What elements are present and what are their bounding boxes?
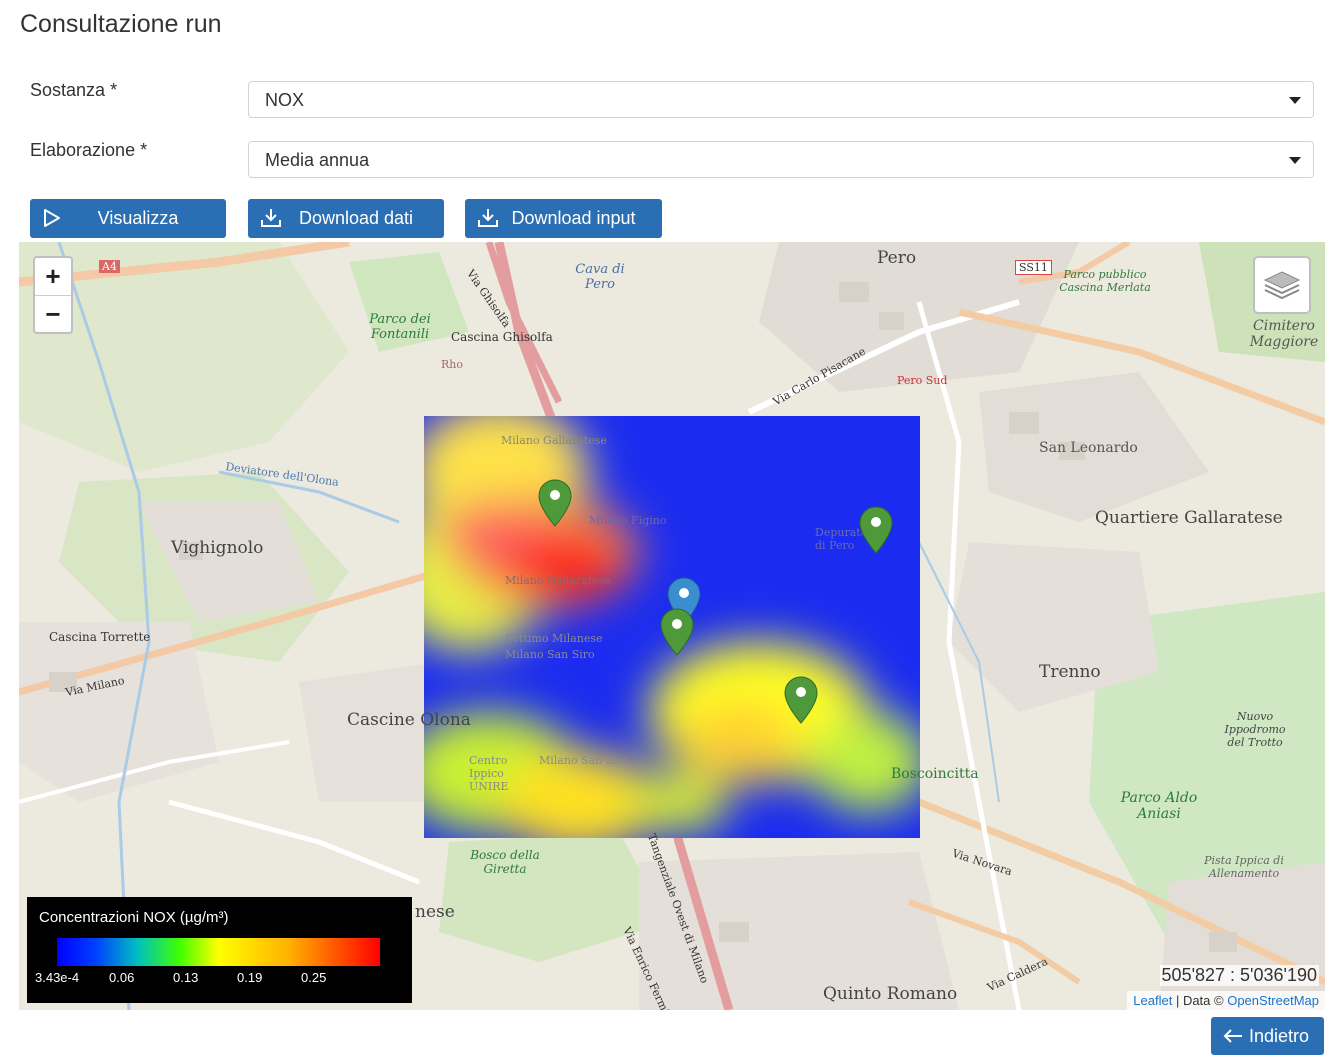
legend-tick: 0.13 xyxy=(173,970,199,985)
back-button[interactable]: Indietro xyxy=(1211,1017,1324,1055)
map-label-pista-ippica: Pista Ippica di Allenamento xyxy=(1204,854,1284,880)
map-label-pero: Pero xyxy=(877,248,917,268)
legend-tick: 0.06 xyxy=(109,970,135,985)
map-label-quinto-romano: Quinto Romano xyxy=(823,984,958,1004)
map-label-vighignolo: Vighignolo xyxy=(171,538,264,558)
map-label-rho: Rho xyxy=(441,358,463,371)
map-label-cascina-torrette: Cascina Torrette xyxy=(49,630,151,644)
leaflet-link[interactable]: Leaflet xyxy=(1133,993,1172,1008)
page-title: Consultazione run xyxy=(20,10,222,38)
legend-tick: 0.19 xyxy=(237,970,263,985)
map-label-cava-di-pero: Cava di Pero xyxy=(575,262,625,292)
download-dati-button[interactable]: Download dati xyxy=(248,199,444,238)
map-label-milano-gallaratese-2: Milano Gallaratese xyxy=(505,574,611,587)
map-label-milano-gallaratese-1: Milano Gallaratese xyxy=(501,434,607,447)
map-label-cimitero-maggiore: Cimitero Maggiore xyxy=(1249,318,1319,350)
map-label-quartiere-gallaratese: Quartiere Gallaratese xyxy=(1095,508,1283,528)
map-label-trenno: Trenno xyxy=(1039,662,1101,682)
map-label-nuovo-ippodromo: Nuovo Ippodromo del Trotto xyxy=(1224,710,1286,749)
legend-color-ramp xyxy=(57,938,380,966)
map-label-settimo-milanese: Settimo Milanese xyxy=(505,632,603,645)
legend-tick: 0.25 xyxy=(301,970,327,985)
map-label-cascine-olona: Cascine Olona xyxy=(347,710,471,730)
concentration-legend: Concentrazioni NOX (µg/m³) 3.43e-4 0.06 … xyxy=(27,897,412,1003)
coordinate-readout: 505'827 : 5'036'190 xyxy=(1159,965,1319,986)
chevron-down-icon xyxy=(1289,157,1301,164)
map-label-cascina-ghisolfa: Cascina Ghisolfa xyxy=(451,330,553,344)
sostanza-value: NOX xyxy=(265,90,305,110)
map-label-milano-san-siro-2: Milano San Siro xyxy=(539,754,629,767)
station-marker-green[interactable] xyxy=(538,479,572,527)
map-label-pero-sud: Pero Sud xyxy=(897,374,948,387)
map-label-parco-fontanili: Parco dei Fontanili xyxy=(369,312,431,342)
elaborazione-label: Elaborazione * xyxy=(30,140,148,160)
map-label-parco-cascina-merlata: Parco pubblico Cascina Merlata xyxy=(1059,268,1151,294)
map-label-milano-san-siro-1: Milano San Siro xyxy=(505,648,595,661)
map-label-a4: A4 xyxy=(99,260,120,273)
station-marker-green[interactable] xyxy=(660,608,694,656)
map-label-settimo-milanese-suffix: nese xyxy=(415,902,455,922)
sostanza-label: Sostanza * xyxy=(30,80,118,100)
map-label-san-leonardo: San Leonardo xyxy=(1039,440,1138,456)
map-label-milano-figino: Milano Figino xyxy=(589,514,667,527)
map-label-boscoincitta: Boscoincitta xyxy=(891,766,979,782)
sostanza-select[interactable]: NOX xyxy=(248,81,1314,118)
map-label-parco-aldo-aniasi: Parco Aldo Aniasi xyxy=(1120,790,1198,822)
layers-icon xyxy=(1263,271,1301,300)
download-input-button[interactable]: Download input xyxy=(465,199,662,238)
legend-tick: 3.43e-4 xyxy=(35,970,80,985)
map-label-bosco-giretta: Bosco della Giretta xyxy=(470,848,540,876)
station-marker-green[interactable] xyxy=(859,506,893,554)
osm-link[interactable]: OpenStreetMap xyxy=(1227,993,1319,1008)
zoom-control: + − xyxy=(33,256,73,334)
map-label-centro-ippico: Centro Ippico UNIRE xyxy=(469,754,509,793)
chevron-down-icon xyxy=(1289,97,1301,104)
station-marker-green[interactable] xyxy=(784,676,818,724)
map-label-ss11: SS11 xyxy=(1015,260,1052,275)
visualizza-button[interactable]: Visualizza xyxy=(30,199,226,238)
layers-button[interactable] xyxy=(1253,256,1311,314)
map[interactable]: Pero SS11 A4 Cava di Pero Parco dei Font… xyxy=(19,242,1325,1010)
elaborazione-value: Media annua xyxy=(265,150,370,170)
zoom-out-button[interactable]: − xyxy=(35,296,71,333)
elaborazione-select[interactable]: Media annua xyxy=(248,141,1314,178)
map-attribution: Leaflet | Data © OpenStreetMap xyxy=(1127,991,1325,1010)
legend-title: Concentrazioni NOX (µg/m³) xyxy=(39,909,229,926)
arrow-left-icon xyxy=(1223,1029,1242,1043)
zoom-in-button[interactable]: + xyxy=(35,258,71,296)
